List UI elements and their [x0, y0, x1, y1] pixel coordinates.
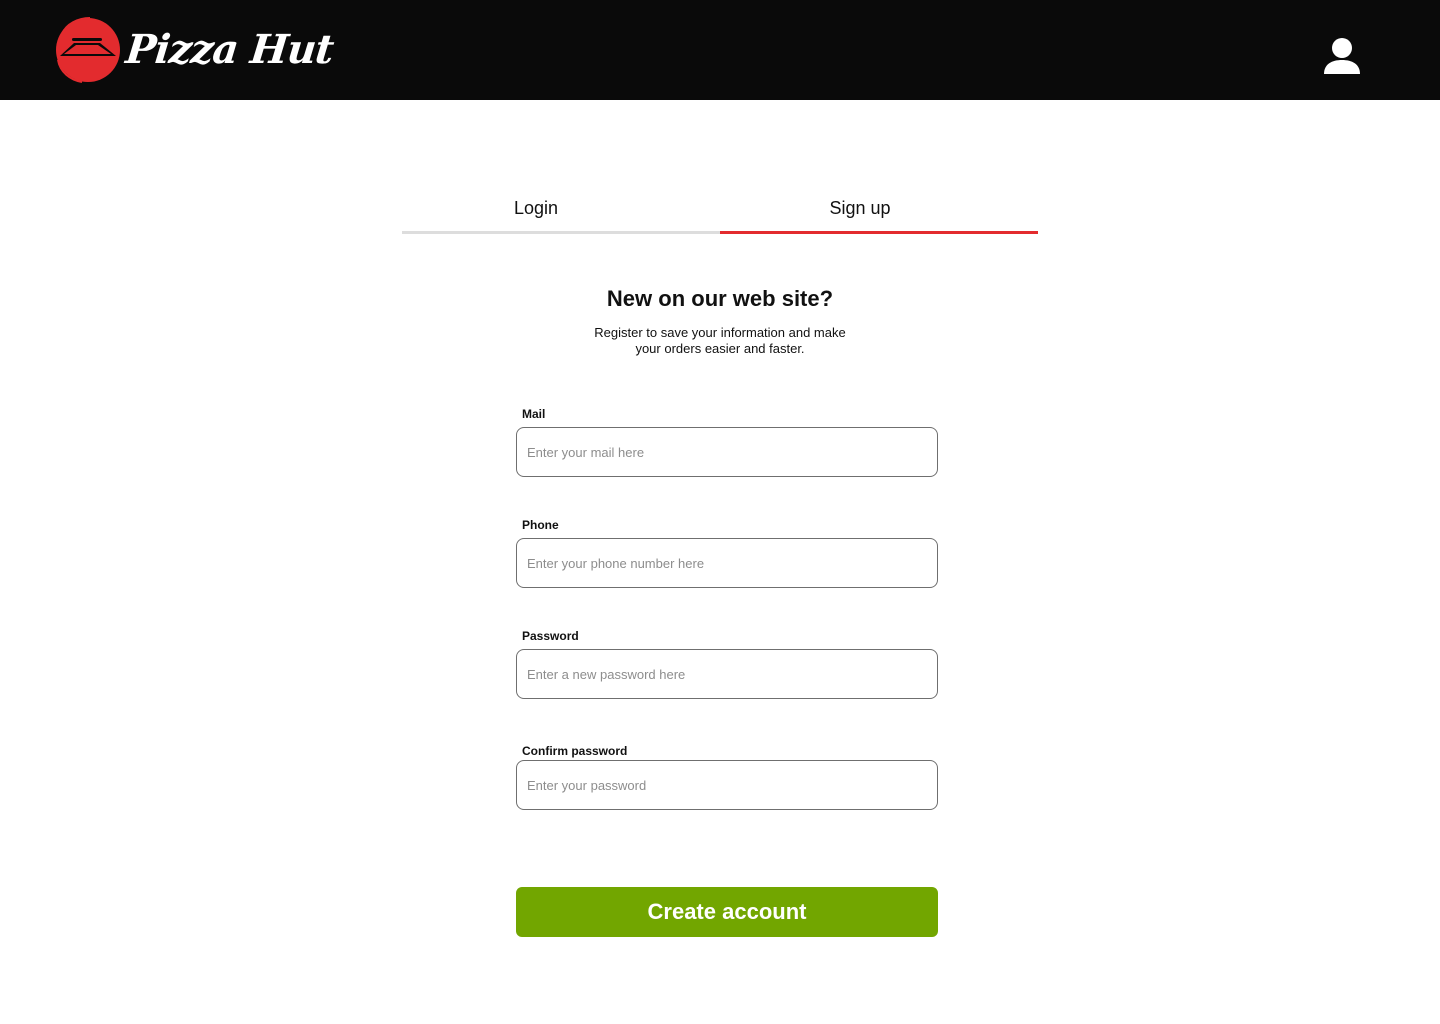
signup-subtext-line-1: Register to save your information and ma…: [594, 325, 846, 340]
confirm-password-label: Confirm password: [522, 744, 628, 758]
auth-tabs: Login Sign up: [402, 190, 1038, 234]
mail-label: Mail: [522, 407, 546, 421]
brand-name: Pizza Hut: [123, 26, 336, 73]
tab-signup[interactable]: Sign up: [720, 190, 1038, 234]
confirm-password-input[interactable]: [516, 760, 938, 810]
pizza-hut-roof-logo-icon: [56, 17, 120, 83]
password-input[interactable]: [516, 649, 938, 699]
top-navbar: Pizza Hut: [0, 0, 1440, 100]
tab-login[interactable]: Login: [402, 190, 720, 234]
tab-signup-label: Sign up: [829, 198, 891, 218]
phone-input[interactable]: [516, 538, 938, 588]
tab-login-label: Login: [513, 198, 559, 218]
signup-subtext-line-2: your orders easier and faster.: [635, 341, 805, 356]
create-account-button[interactable]: Create account: [516, 887, 938, 937]
password-label: Password: [522, 629, 579, 643]
user-icon[interactable]: [1320, 34, 1364, 78]
mail-input[interactable]: [516, 427, 938, 477]
signup-subtext: Register to save your information and ma…: [570, 325, 870, 357]
signup-heading: New on our web site?: [606, 286, 834, 311]
pizza-hut-logo[interactable]: Pizza Hut: [52, 16, 336, 84]
phone-label: Phone: [522, 518, 559, 532]
